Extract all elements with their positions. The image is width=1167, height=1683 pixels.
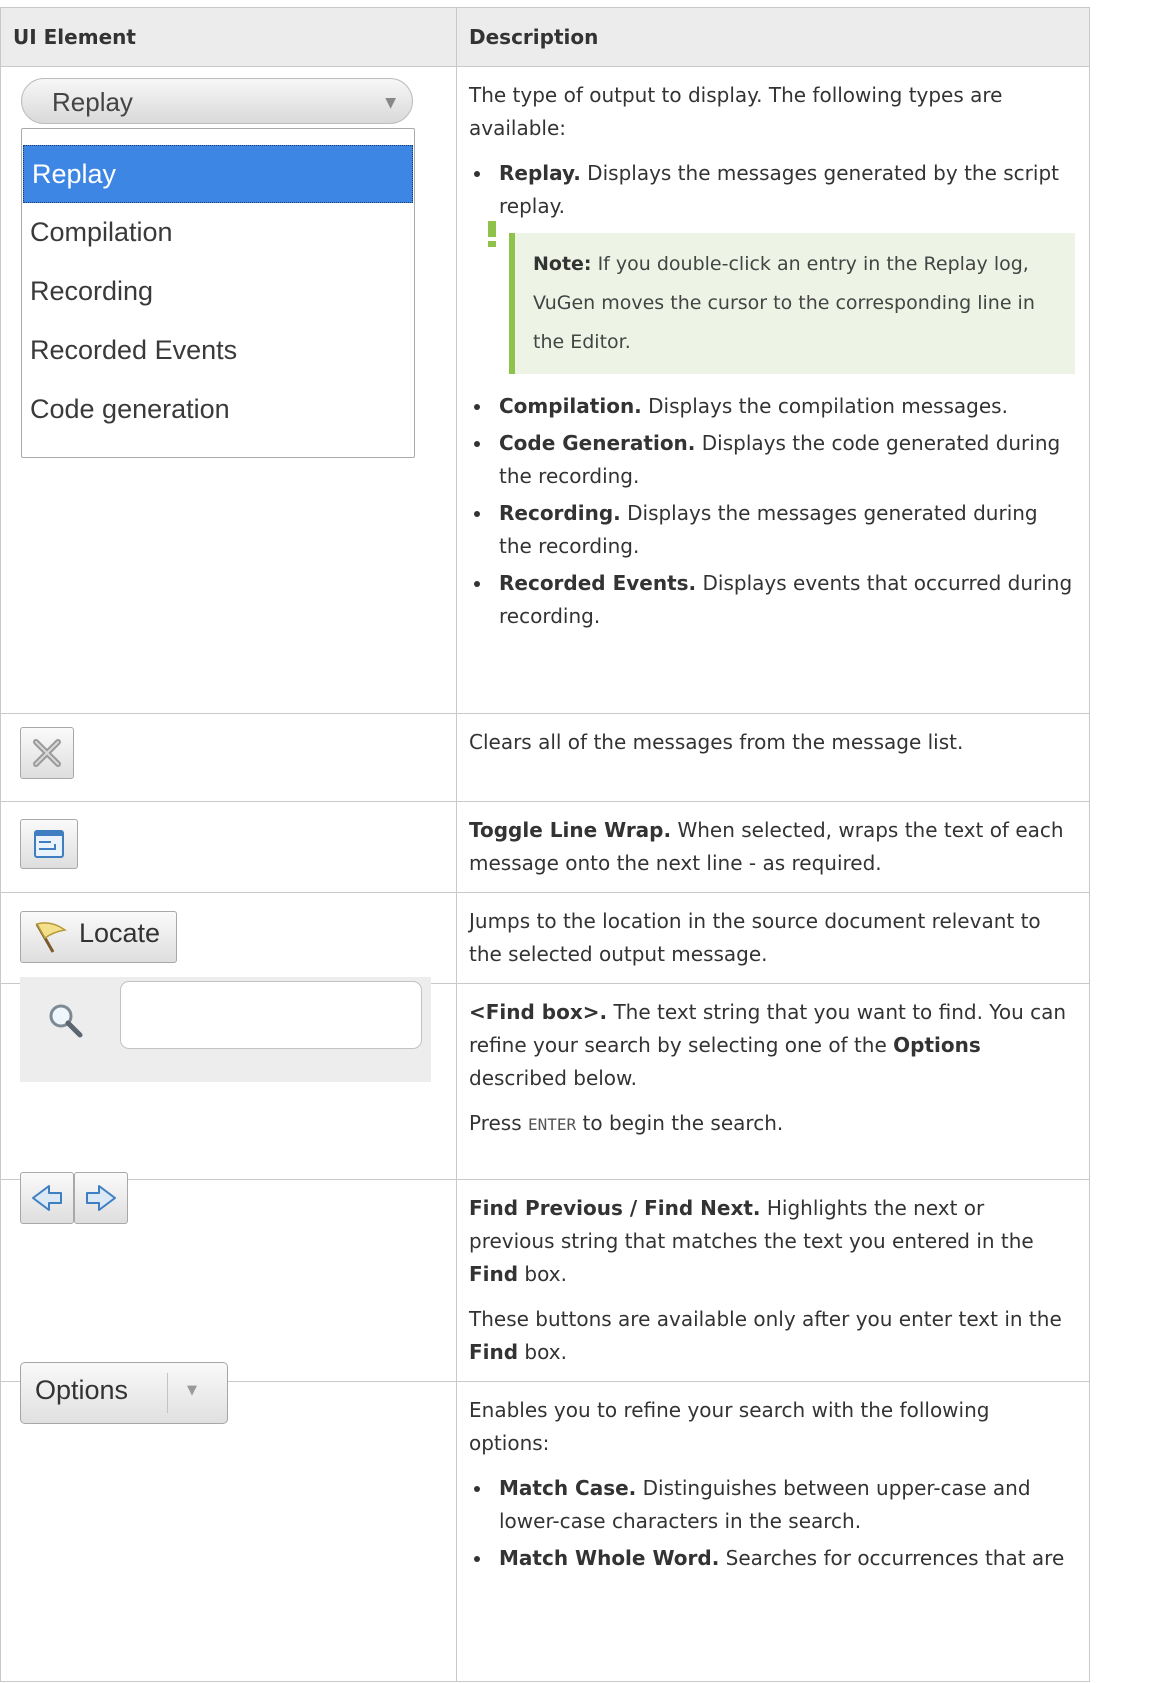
find-input[interactable] bbox=[120, 981, 422, 1049]
cell-output-type-desc: The type of output to display. The follo… bbox=[456, 66, 1090, 714]
list-item: Compilation. Displays the compilation me… bbox=[469, 390, 1075, 423]
list-item: Match Whole Word. Searches for occurrenc… bbox=[469, 1542, 1075, 1575]
list-item: Match Case. Distinguishes between upper-… bbox=[469, 1472, 1075, 1538]
exclamation-icon bbox=[488, 221, 496, 247]
dropdown-option-compilation[interactable]: Compilation bbox=[22, 203, 414, 262]
note-box: Note: If you double-click an entry in th… bbox=[488, 221, 1075, 374]
arrow-right-icon bbox=[86, 1185, 116, 1211]
list-item: Replay. Displays the messages generated … bbox=[469, 157, 1075, 223]
dropdown-option-replay[interactable]: Replay bbox=[23, 145, 413, 203]
find-toolbar bbox=[20, 977, 431, 1082]
list-item: Recorded Events. Displays events that oc… bbox=[469, 567, 1075, 633]
find-next-button[interactable] bbox=[74, 1172, 128, 1224]
cell-options-desc: Enables you to refine your search with t… bbox=[456, 1381, 1090, 1682]
cell-find-desc: <Find box>. The text string that you wan… bbox=[456, 983, 1090, 1180]
note-label: Note: bbox=[533, 253, 592, 275]
dropdown-option-recording[interactable]: Recording bbox=[22, 262, 414, 321]
enter-key-text: ENTER bbox=[528, 1115, 577, 1134]
output-type-intro: The type of output to display. The follo… bbox=[469, 83, 1003, 140]
find-previous-button[interactable] bbox=[20, 1172, 74, 1224]
output-type-dropdown-list: Replay Compilation Recording Recorded Ev… bbox=[21, 128, 415, 458]
table-header-row: UI Element Description bbox=[0, 7, 1090, 67]
cell-options-widget bbox=[0, 1381, 457, 1682]
locate-label: Locate bbox=[79, 918, 161, 948]
cell-clear-desc: Clears all of the messages from the mess… bbox=[456, 713, 1090, 802]
header-description: Description bbox=[456, 7, 1090, 67]
flag-icon bbox=[35, 922, 67, 953]
cell-locate-desc: Jumps to the location in the source docu… bbox=[456, 892, 1090, 984]
note-text: If you double-click an entry in the Repl… bbox=[533, 253, 1035, 353]
separator bbox=[167, 1373, 168, 1413]
chevron-down-icon: ▼ bbox=[187, 1383, 197, 1398]
list-item: Code Generation. Displays the code gener… bbox=[469, 427, 1075, 493]
table-row: Clears all of the messages from the mess… bbox=[0, 713, 1090, 802]
cell-prevnext-desc: Find Previous / Find Next. Highlights th… bbox=[456, 1179, 1090, 1382]
chevron-down-icon: ▼ bbox=[385, 95, 396, 111]
line-wrap-icon bbox=[34, 830, 64, 858]
search-icon bbox=[49, 1004, 83, 1038]
options-label: Options bbox=[35, 1375, 129, 1405]
table-row: Toggle Line Wrap. When selected, wraps t… bbox=[0, 801, 1090, 893]
locate-button[interactable]: Locate bbox=[20, 911, 177, 963]
dropdown-option-code-generation[interactable]: Code generation bbox=[22, 380, 414, 439]
list-item: Recording. Displays the messages generat… bbox=[469, 497, 1075, 563]
header-ui-element: UI Element bbox=[0, 7, 457, 67]
combobox-value: Replay bbox=[52, 87, 133, 117]
dropdown-option-recorded-events[interactable]: Recorded Events bbox=[22, 321, 414, 380]
arrow-left-icon bbox=[32, 1185, 62, 1211]
options-dropdown-button[interactable]: Options ▼ bbox=[20, 1362, 228, 1424]
output-type-combobox[interactable]: Replay ▼ bbox=[21, 78, 413, 124]
toggle-line-wrap-button[interactable] bbox=[20, 819, 78, 869]
clear-icon bbox=[33, 739, 61, 767]
clear-button[interactable] bbox=[20, 727, 74, 779]
cell-wrap-desc: Toggle Line Wrap. When selected, wraps t… bbox=[456, 801, 1090, 893]
table-row: Enables you to refine your search with t… bbox=[0, 1381, 1090, 1682]
table-row: Find Previous / Find Next. Highlights th… bbox=[0, 1179, 1090, 1382]
